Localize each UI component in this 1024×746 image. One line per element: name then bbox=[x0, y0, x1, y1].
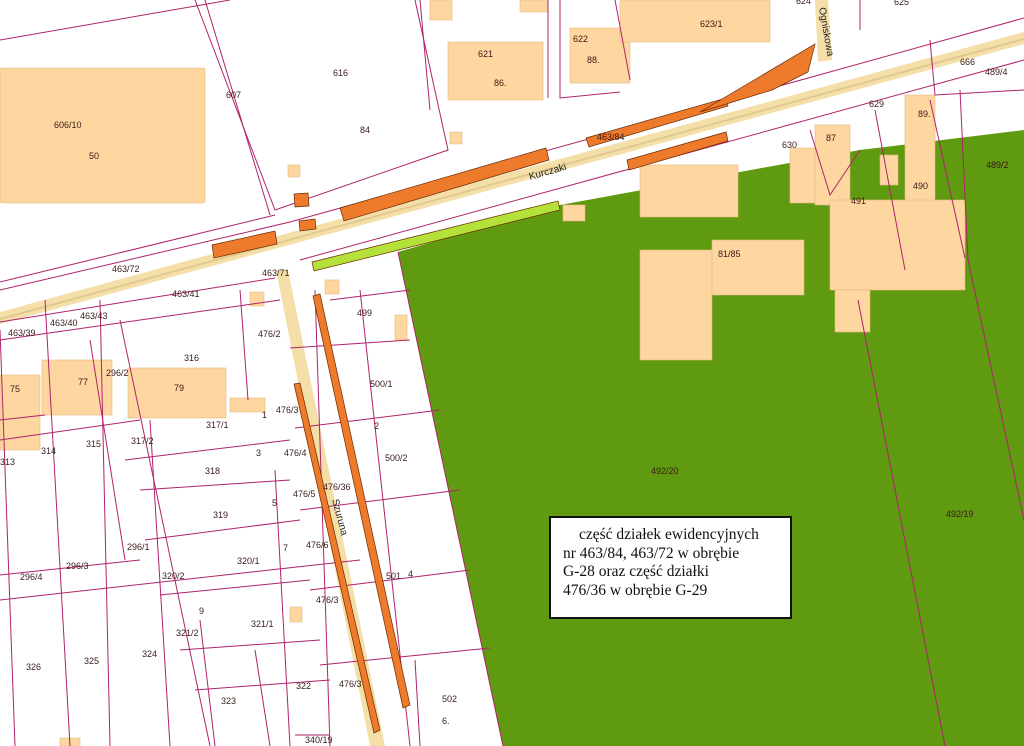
parcel-label: 476/6 bbox=[306, 540, 329, 550]
parcel-label: 492/19 bbox=[946, 509, 974, 519]
parcel-label: 296/1 bbox=[127, 542, 150, 552]
parcel-label: 77 bbox=[78, 377, 88, 387]
parcel-label: 79 bbox=[174, 383, 184, 393]
parcel-label: 2 bbox=[374, 421, 379, 431]
parcel-label: 489/4 bbox=[985, 67, 1008, 77]
cadastral-map: Kurczaki Szuruna Ogniskowa 616 84 607 60… bbox=[0, 0, 1024, 746]
parcel-label: 320/2 bbox=[162, 571, 185, 581]
parcel-label: 500/1 bbox=[370, 379, 393, 389]
parcel-label: 476/5 bbox=[293, 489, 316, 499]
parcel-label: 87 bbox=[826, 133, 836, 143]
parcel-label: 476/36 bbox=[323, 482, 351, 492]
legend-line-4: 476/36 w obrębie G-29 bbox=[563, 581, 708, 599]
parcel-label: 313 bbox=[0, 457, 15, 467]
legend-box: część działek ewidencyjnych nr 463/84, 4… bbox=[549, 516, 792, 619]
parcel-label: 81/85 bbox=[718, 249, 741, 259]
parcel-label: 625 bbox=[894, 0, 909, 7]
parcel-label: 323 bbox=[221, 696, 236, 706]
parcel-label: 325 bbox=[84, 656, 99, 666]
parcel-label: 50 bbox=[89, 151, 99, 161]
parcel-label: 296/4 bbox=[20, 572, 43, 582]
parcel-label: 321/1 bbox=[251, 619, 274, 629]
parcel-label: 606/10 bbox=[54, 120, 82, 130]
parcel-label: 1 bbox=[262, 410, 267, 420]
parcel-label: 463/41 bbox=[172, 289, 200, 299]
highlight-orange-7 bbox=[298, 218, 317, 232]
parcel-label: 322 bbox=[296, 681, 311, 691]
parcel-label: 314 bbox=[41, 446, 56, 456]
parcel-label: 630 bbox=[782, 140, 797, 150]
parcel-label: 463/84 bbox=[597, 132, 625, 142]
parcel-label: 476/3 bbox=[276, 405, 299, 415]
parcel-label: 296/3 bbox=[66, 561, 89, 571]
parcel-label: 500/2 bbox=[385, 453, 408, 463]
parcel-label: 616 bbox=[333, 68, 348, 78]
parcel-label: 324 bbox=[142, 649, 157, 659]
parcel-label: 317/2 bbox=[131, 436, 154, 446]
parcel-label: 3 bbox=[256, 448, 261, 458]
parcel-label: 489/2 bbox=[986, 160, 1009, 170]
parcel-label: 502 bbox=[442, 694, 457, 704]
parcel-label: 629 bbox=[869, 99, 884, 109]
parcel-label: 7 bbox=[283, 543, 288, 553]
parcel-label: 476/3 bbox=[339, 679, 362, 689]
parcel-label: 296/2 bbox=[106, 368, 129, 378]
legend-line-1: część działek ewidencyjnych bbox=[579, 526, 759, 543]
parcel-label: 463/43 bbox=[80, 311, 108, 321]
parcel-label: 501 bbox=[386, 571, 401, 581]
parcel-label: 86. bbox=[494, 78, 507, 88]
parcel-label: 624 bbox=[796, 0, 811, 6]
parcel-label: 621 bbox=[478, 49, 493, 59]
parcel-label: 463/40 bbox=[50, 318, 78, 328]
parcel-label: 9 bbox=[199, 606, 204, 616]
parcel-label: 75 bbox=[10, 384, 20, 394]
parcel-label: 340/19 bbox=[305, 735, 333, 745]
parcel-label: 476/2 bbox=[258, 329, 281, 339]
parcel-label: 622 bbox=[573, 34, 588, 44]
parcel-label: 623/1 bbox=[700, 19, 723, 29]
parcel-label: 316 bbox=[184, 353, 199, 363]
parcel-label: 666 bbox=[960, 57, 975, 67]
parcel-label: 326 bbox=[26, 662, 41, 672]
parcel-label: 499 bbox=[357, 308, 372, 318]
parcel-label: 88. bbox=[587, 55, 600, 65]
parcel-label: 89. bbox=[918, 109, 931, 119]
parcel-label: 6. bbox=[442, 716, 450, 726]
parcel-label: 492/20 bbox=[651, 466, 679, 476]
highlight-orange-6 bbox=[293, 192, 310, 208]
parcel-label: 318 bbox=[205, 466, 220, 476]
parcel-label: 476/4 bbox=[284, 448, 307, 458]
parcel-label: 321/2 bbox=[176, 628, 199, 638]
parcel-label: 315 bbox=[86, 439, 101, 449]
parcel-label: 317/1 bbox=[206, 420, 229, 430]
parcel-label: 4 bbox=[408, 569, 413, 579]
parcel-label: 319 bbox=[213, 510, 228, 520]
legend-line-2: nr 463/84, 463/72 w obrębie bbox=[563, 544, 740, 562]
parcel-label: 463/72 bbox=[112, 264, 140, 274]
parcel-label: 491 bbox=[851, 196, 866, 206]
parcel-label: 84 bbox=[360, 125, 370, 135]
parcel-label: 607 bbox=[226, 90, 241, 100]
parcel-label: 5 bbox=[272, 498, 277, 508]
parcel-label: 476/3 bbox=[316, 595, 339, 605]
parcel-label: 463/39 bbox=[8, 328, 36, 338]
parcel-label: 320/1 bbox=[237, 556, 260, 566]
parcel-label: 463/71 bbox=[262, 268, 290, 278]
legend-line-3: G-28 oraz część działki bbox=[563, 563, 709, 580]
parcel-label: 490 bbox=[913, 181, 928, 191]
